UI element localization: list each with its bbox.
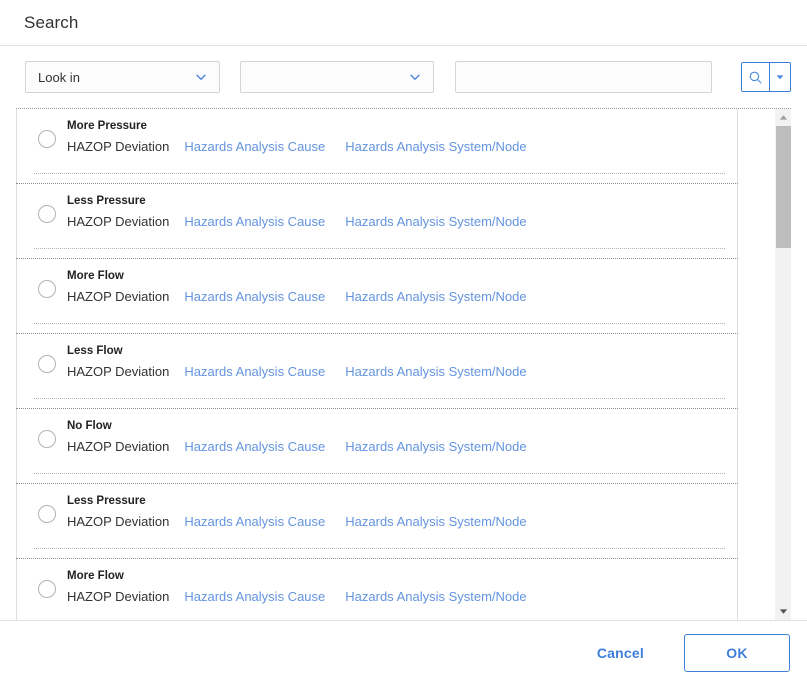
list-item[interactable]: Less Pressure HAZOP Deviation Hazards Anal… bbox=[16, 184, 738, 258]
list-item[interactable]: More Flow HAZOP Deviation Hazards Analysis… bbox=[16, 259, 738, 333]
scroll-down-arrow-icon[interactable] bbox=[775, 603, 791, 620]
result-link-system-node[interactable]: Hazards Analysis System/Node bbox=[345, 588, 526, 605]
chevron-down-icon bbox=[195, 71, 207, 83]
result-title: More Pressure bbox=[67, 120, 147, 132]
result-content: No Flow HAZOP Deviation Hazards Analysis C… bbox=[67, 417, 527, 455]
look-in-dropdown[interactable]: Look in bbox=[25, 61, 220, 93]
result-radio[interactable] bbox=[38, 205, 56, 223]
result-content: Less Pressure HAZOP Deviation Hazards Anal… bbox=[67, 192, 527, 230]
search-options-button[interactable] bbox=[768, 63, 790, 91]
search-toolbar: Look in bbox=[0, 46, 807, 108]
result-family: HAZOP Deviation bbox=[67, 139, 170, 154]
result-title: Less Pressure bbox=[67, 195, 146, 207]
chevron-down-icon bbox=[409, 71, 421, 83]
list-item[interactable]: Less Flow HAZOP Deviation Hazards Analysis… bbox=[16, 334, 738, 408]
result-link-cause[interactable]: Hazards Analysis Cause bbox=[184, 213, 325, 230]
search-dialog: Search Look in More Pressure HAZOP Devia… bbox=[0, 0, 807, 684]
result-inner-divider bbox=[34, 248, 725, 249]
scrollbar-track[interactable] bbox=[775, 126, 791, 603]
result-link-system-node[interactable]: Hazards Analysis System/Node bbox=[345, 213, 526, 230]
result-family: HAZOP Deviation bbox=[67, 214, 170, 229]
result-content: More Pressure HAZOP Deviation Hazards Anal… bbox=[67, 117, 527, 155]
result-link-system-node[interactable]: Hazards Analysis System/Node bbox=[345, 513, 526, 530]
result-title: More Flow bbox=[67, 270, 124, 282]
result-family: HAZOP Deviation bbox=[67, 589, 170, 604]
page-title: Search bbox=[24, 12, 79, 32]
result-title: More Flow bbox=[67, 570, 124, 582]
result-family: HAZOP Deviation bbox=[67, 289, 170, 304]
results-scrollbar[interactable] bbox=[774, 109, 791, 620]
ok-button[interactable]: OK bbox=[684, 633, 790, 672]
result-link-cause[interactable]: Hazards Analysis Cause bbox=[184, 138, 325, 155]
search-button-group bbox=[741, 62, 791, 92]
list-item[interactable]: More Pressure HAZOP Deviation Hazards Anal… bbox=[16, 109, 738, 183]
scroll-up-arrow-icon[interactable] bbox=[775, 109, 791, 126]
result-content: Less Pressure HAZOP Deviation Hazards Anal… bbox=[67, 492, 527, 530]
list-item[interactable]: No Flow HAZOP Deviation Hazards Analysis C… bbox=[16, 409, 738, 483]
result-meta: HAZOP Deviation Hazards Analysis Cause Haz… bbox=[67, 138, 527, 155]
dialog-footer: Cancel OK bbox=[0, 620, 807, 684]
result-link-system-node[interactable]: Hazards Analysis System/Node bbox=[345, 288, 526, 305]
results-list: More Pressure HAZOP Deviation Hazards Anal… bbox=[16, 109, 738, 620]
list-item[interactable]: Less Pressure HAZOP Deviation Hazards Anal… bbox=[16, 484, 738, 558]
search-results-area: More Pressure HAZOP Deviation Hazards Anal… bbox=[16, 108, 791, 620]
result-meta: HAZOP Deviation Hazards Analysis Cause Haz… bbox=[67, 363, 527, 380]
result-radio[interactable] bbox=[38, 355, 56, 373]
result-meta: HAZOP Deviation Hazards Analysis Cause Haz… bbox=[67, 213, 527, 230]
result-title: Less Flow bbox=[67, 345, 123, 357]
result-radio[interactable] bbox=[38, 505, 56, 523]
result-link-cause[interactable]: Hazards Analysis Cause bbox=[184, 288, 325, 305]
result-link-system-node[interactable]: Hazards Analysis System/Node bbox=[345, 138, 526, 155]
cancel-button[interactable]: Cancel bbox=[579, 636, 662, 670]
result-inner-divider bbox=[34, 548, 725, 549]
search-icon bbox=[749, 71, 762, 84]
result-link-cause[interactable]: Hazards Analysis Cause bbox=[184, 588, 325, 605]
result-inner-divider bbox=[34, 398, 725, 399]
result-inner-divider bbox=[34, 473, 725, 474]
dialog-header: Search bbox=[0, 0, 807, 46]
result-meta: HAZOP Deviation Hazards Analysis Cause Haz… bbox=[67, 288, 527, 305]
caret-down-icon bbox=[776, 75, 784, 80]
result-content: More Flow HAZOP Deviation Hazards Analysis… bbox=[67, 567, 527, 605]
result-link-cause[interactable]: Hazards Analysis Cause bbox=[184, 513, 325, 530]
list-item[interactable]: More Flow HAZOP Deviation Hazards Analysis… bbox=[16, 559, 738, 620]
result-family: HAZOP Deviation bbox=[67, 514, 170, 529]
result-link-cause[interactable]: Hazards Analysis Cause bbox=[184, 363, 325, 380]
result-radio[interactable] bbox=[38, 430, 56, 448]
results-viewport: More Pressure HAZOP Deviation Hazards Anal… bbox=[16, 109, 791, 620]
result-link-system-node[interactable]: Hazards Analysis System/Node bbox=[345, 363, 526, 380]
result-link-system-node[interactable]: Hazards Analysis System/Node bbox=[345, 438, 526, 455]
result-link-cause[interactable]: Hazards Analysis Cause bbox=[184, 438, 325, 455]
result-meta: HAZOP Deviation Hazards Analysis Cause Haz… bbox=[67, 513, 527, 530]
result-title: Less Pressure bbox=[67, 495, 146, 507]
result-inner-divider bbox=[34, 173, 725, 174]
result-meta: HAZOP Deviation Hazards Analysis Cause Haz… bbox=[67, 588, 527, 605]
scrollbar-thumb[interactable] bbox=[776, 126, 791, 248]
result-radio[interactable] bbox=[38, 280, 56, 298]
result-inner-divider bbox=[34, 323, 725, 324]
result-meta: HAZOP Deviation Hazards Analysis Cause Haz… bbox=[67, 438, 527, 455]
result-radio[interactable] bbox=[38, 130, 56, 148]
result-family: HAZOP Deviation bbox=[67, 364, 170, 379]
search-button[interactable] bbox=[742, 63, 769, 91]
look-in-label: Look in bbox=[38, 69, 80, 85]
result-content: More Flow HAZOP Deviation Hazards Analysis… bbox=[67, 267, 527, 305]
result-title: No Flow bbox=[67, 420, 112, 432]
result-content: Less Flow HAZOP Deviation Hazards Analysis… bbox=[67, 342, 527, 380]
result-family: HAZOP Deviation bbox=[67, 439, 170, 454]
secondary-filter-dropdown[interactable] bbox=[239, 61, 435, 93]
search-input-wrapper[interactable] bbox=[455, 61, 713, 93]
result-radio[interactable] bbox=[38, 580, 56, 598]
